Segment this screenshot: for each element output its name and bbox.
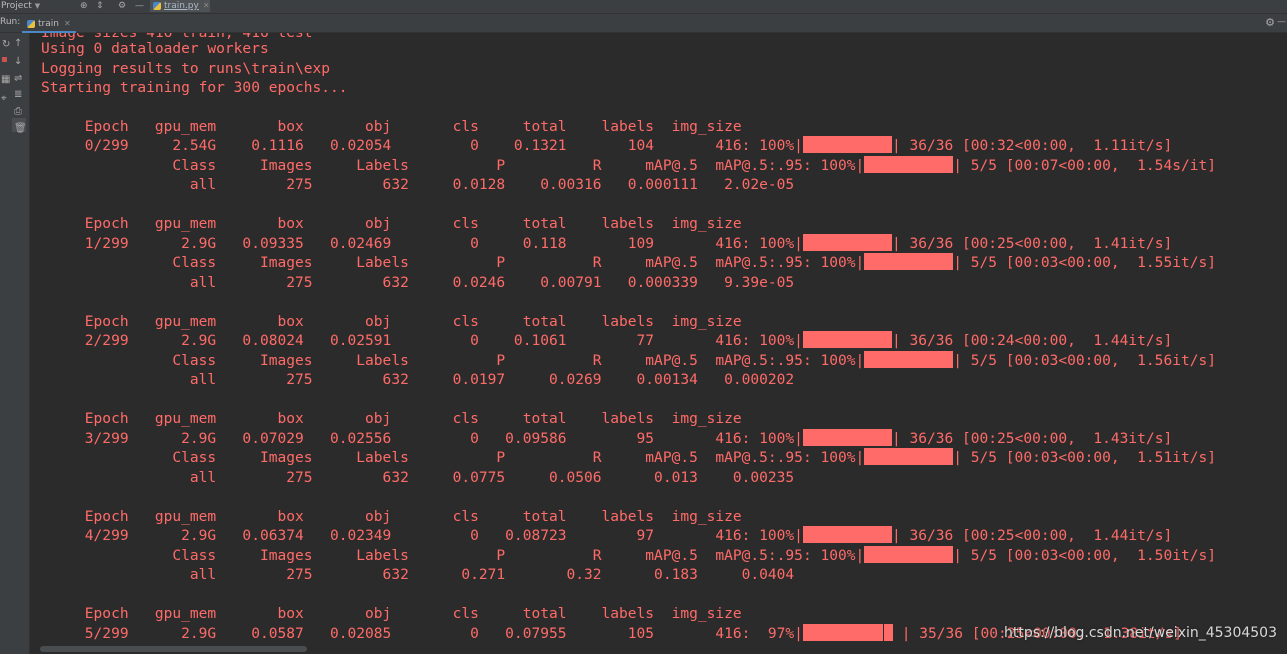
- minimize-icon[interactable]: —: [1277, 17, 1286, 27]
- val-header: Class Images Labels P R mAP@.5 mAP@.5:.9…: [41, 157, 865, 174]
- progress-bar: [864, 253, 954, 270]
- val-results-row: all 275 632 0.0775 0.0506 0.013 0.00235: [41, 469, 795, 486]
- globe-icon[interactable]: ⊕: [80, 0, 88, 12]
- train-timing: | 36/36 [00:25<00:00, 1.41it/s]: [891, 235, 1173, 252]
- val-results-row: all 275 632 0.0128 0.00316 0.000111 2.02…: [41, 176, 795, 193]
- val-progress-row: Class Images Labels P R mAP@.5 mAP@.5:.9…: [41, 351, 1216, 371]
- gear-icon[interactable]: ⚙: [118, 0, 126, 12]
- trash-icon[interactable]: 🗑: [14, 124, 27, 134]
- rerun-icon[interactable]: ↻: [2, 40, 10, 50]
- tab-run-train[interactable]: train ✕: [22, 16, 76, 33]
- close-icon[interactable]: ✕: [64, 19, 71, 28]
- train-progress-row: 1/299 2.9G 0.09335 0.02469 0 0.118 109 4…: [41, 234, 1172, 254]
- progress-bar: [864, 448, 954, 465]
- train-stats: 3/299 2.9G 0.07029 0.02556 0 0.09586 95 …: [41, 430, 803, 447]
- collapse-icon[interactable]: ⇕: [96, 0, 104, 12]
- print-icon[interactable]: ⎙: [14, 107, 22, 117]
- scroll-to-end-icon[interactable]: ≣: [14, 90, 22, 100]
- train-header-row: Epoch gpu_mem box obj cls total labels i…: [41, 508, 742, 525]
- train-header-row: Epoch gpu_mem box obj cls total labels i…: [41, 118, 742, 135]
- tab-train-py[interactable]: train.py ✕: [150, 0, 210, 12]
- watermark: https://blog.csdn.net/weixin_45304503: [1003, 625, 1277, 641]
- train-timing: | 36/36 [00:24<00:00, 1.44it/s]: [891, 332, 1173, 349]
- progress-bar: [802, 331, 892, 348]
- val-timing: | 5/5 [00:03<00:00, 1.56it/s]: [953, 352, 1216, 369]
- val-progress-row: Class Images Labels P R mAP@.5 mAP@.5:.9…: [41, 156, 1216, 176]
- project-label: Project: [1, 1, 32, 11]
- val-results-row: all 275 632 0.271 0.32 0.183 0.0404: [41, 566, 795, 583]
- run-toolbar: ↻ ↑ ↓ ▦ ⇌ ⌖ ≣ ⎙ 🗑: [0, 33, 30, 654]
- val-timing: | 5/5 [00:03<00:00, 1.50it/s]: [953, 547, 1216, 564]
- train-header-row: Epoch gpu_mem box obj cls total labels i…: [41, 215, 742, 232]
- train-stats: 4/299 2.9G 0.06374 0.02349 0 0.08723 97 …: [41, 527, 803, 544]
- minimize-icon[interactable]: —: [135, 0, 144, 12]
- console-output[interactable]: Image sizes 416 train, 416 test Using 0 …: [30, 33, 1287, 644]
- val-timing: | 5/5 [00:03<00:00, 1.51it/s]: [953, 449, 1216, 466]
- train-stats: 2/299 2.9G 0.08024 0.02591 0 0.1061 77 4…: [41, 332, 803, 349]
- gear-icon[interactable]: ⚙: [1265, 16, 1275, 29]
- console-line: Using 0 dataloader workers: [41, 40, 269, 57]
- project-dropdown[interactable]: Project ▼: [0, 0, 40, 13]
- train-header-row: Epoch gpu_mem box obj cls total labels i…: [41, 410, 742, 427]
- train-progress-row: 0/299 2.54G 0.1116 0.02054 0 0.1321 104 …: [41, 136, 1172, 156]
- val-header: Class Images Labels P R mAP@.5 mAP@.5:.9…: [41, 449, 865, 466]
- close-icon[interactable]: ✕: [203, 1, 210, 10]
- progress-bar: [802, 234, 892, 251]
- progress-bar-tip: [883, 624, 893, 641]
- val-timing: | 5/5 [00:03<00:00, 1.55it/s]: [953, 254, 1216, 271]
- header-bar: Project ▼ ⊕ ⇕ ⚙ — train.py ✕: [0, 0, 1287, 14]
- pin-icon[interactable]: ⌖: [1, 94, 7, 104]
- train-progress-row: 2/299 2.9G 0.08024 0.02591 0 0.1061 77 4…: [41, 331, 1172, 351]
- file-tab-label: train.py: [164, 1, 199, 11]
- train-header-row: Epoch gpu_mem box obj cls total labels i…: [41, 313, 742, 330]
- python-file-icon: [153, 2, 161, 10]
- run-label: Run:: [0, 17, 21, 27]
- val-results-row: all 275 632 0.0197 0.0269 0.00134 0.0002…: [41, 371, 795, 388]
- val-progress-row: Class Images Labels P R mAP@.5 mAP@.5:.9…: [41, 448, 1216, 468]
- chevron-down-icon: ▼: [34, 2, 41, 10]
- train-timing: | 36/36 [00:25<00:00, 1.44it/s]: [891, 527, 1173, 544]
- val-header: Class Images Labels P R mAP@.5 mAP@.5:.9…: [41, 352, 865, 369]
- val-header: Class Images Labels P R mAP@.5 mAP@.5:.9…: [41, 547, 865, 564]
- arrow-up-icon[interactable]: ↑: [14, 39, 22, 49]
- arrow-down-icon[interactable]: ↓: [14, 57, 22, 67]
- layout-icon[interactable]: ▦: [1, 75, 10, 85]
- val-header: Class Images Labels P R mAP@.5 mAP@.5:.9…: [41, 254, 865, 271]
- train-timing: | 36/36 [00:32<00:00, 1.11it/s]: [891, 137, 1173, 154]
- train-header-row: Epoch gpu_mem box obj cls total labels i…: [41, 605, 742, 622]
- console-line: Starting training for 300 epochs...: [41, 79, 348, 96]
- python-file-icon: [27, 19, 35, 28]
- train-progress-row: 3/299 2.9G 0.07029 0.02556 0 0.09586 95 …: [41, 429, 1172, 449]
- run-tab-label: train: [38, 19, 59, 29]
- train-stats: 1/299 2.9G 0.09335 0.02469 0 0.118 109 4…: [41, 235, 803, 252]
- progress-bar: [802, 429, 892, 446]
- progress-bar: [864, 351, 954, 368]
- stop-icon[interactable]: [2, 57, 7, 62]
- train-progress-row: 4/299 2.9G 0.06374 0.02349 0 0.08723 97 …: [41, 526, 1172, 546]
- val-progress-row: Class Images Labels P R mAP@.5 mAP@.5:.9…: [41, 253, 1216, 273]
- val-progress-row: Class Images Labels P R mAP@.5 mAP@.5:.9…: [41, 546, 1216, 566]
- progress-bar: [864, 546, 954, 563]
- run-panel-bar: Run: train ✕ ⚙ —: [0, 14, 1287, 33]
- train-stats: 5/299 2.9G 0.0587 0.02085 0 0.07955 105 …: [41, 625, 803, 642]
- progress-bar: [802, 136, 892, 153]
- val-results-row: all 275 632 0.0246 0.00791 0.000339 9.39…: [41, 274, 795, 291]
- horizontal-scrollbar[interactable]: [40, 646, 307, 652]
- progress-bar: [802, 624, 883, 641]
- val-timing: | 5/5 [00:07<00:00, 1.54s/it]: [953, 157, 1216, 174]
- soft-wrap-icon[interactable]: ⇌: [14, 74, 22, 84]
- progress-bar: [802, 526, 892, 543]
- train-stats: 0/299 2.54G 0.1116 0.02054 0 0.1321 104 …: [41, 137, 803, 154]
- console-line: Logging results to runs\train\exp: [41, 60, 331, 77]
- progress-bar: [864, 156, 954, 173]
- train-timing: | 36/36 [00:25<00:00, 1.43it/s]: [891, 430, 1173, 447]
